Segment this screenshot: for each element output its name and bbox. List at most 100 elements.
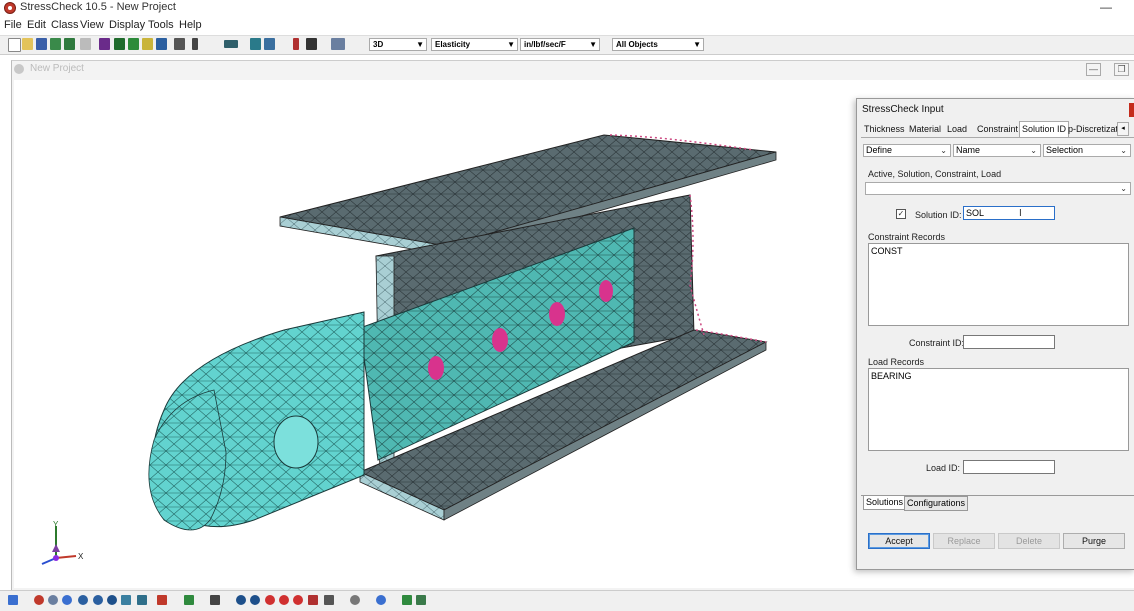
accept-button[interactable]: Accept [868,533,930,549]
dialog-close-button[interactable] [1129,103,1134,117]
report-icon[interactable] [174,38,185,50]
solution-id-input[interactable]: SOL [963,206,1055,220]
tab-thickness[interactable]: Thickness [864,122,905,136]
axis-x-label: X [78,552,84,561]
constraint-icon[interactable] [306,38,317,50]
constraint-id-input[interactable] [963,335,1055,349]
dimension-select[interactable]: 3D ▼ [369,38,427,51]
bolt-hotspot-4 [599,280,613,302]
export-icon[interactable] [64,38,75,50]
zoom-fit-icon[interactable] [62,595,72,605]
settings-icon[interactable] [376,595,386,605]
dialog-tabs: Thickness Material Load Constraint Solut… [861,121,1131,137]
menu-tools[interactable]: Tools [148,19,174,31]
load-records-label: Load Records [868,357,925,367]
tab-constraint[interactable]: Constraint [977,122,1018,136]
redo-icon[interactable] [250,595,260,605]
print-view-icon[interactable] [210,595,220,605]
lug-hole [273,415,319,469]
solution-id-checkbox[interactable]: ✓ [896,209,906,219]
zoom-window-icon[interactable] [107,595,117,605]
replace-button[interactable]: Replace [933,533,995,549]
objects-select[interactable]: All Objects ▼ [612,38,704,51]
purge-button[interactable]: Purge [1063,533,1125,549]
tab-solution-id[interactable]: Solution ID [1019,121,1070,137]
menu-view[interactable]: View [80,19,104,31]
project-window-title: New Project [30,63,84,74]
tab-material[interactable]: Material [909,122,941,136]
p-level-icon[interactable] [293,38,299,50]
tab-panel-border [861,137,1134,138]
tree-icon[interactable] [184,595,194,605]
clear-icon-2[interactable] [279,595,289,605]
tab-solutions[interactable]: Solutions [863,496,907,510]
load-records-list[interactable]: BEARING [868,368,1129,451]
tab-load[interactable]: Load [947,122,967,136]
view-iso-icon[interactable] [137,595,147,605]
active-combo[interactable]: ⌄ [865,182,1131,195]
chart-icon[interactable] [264,38,275,50]
tab-configurations[interactable]: Configurations [904,496,969,511]
refresh-icon[interactable] [416,595,426,605]
new-file-icon[interactable] [8,38,21,52]
load-id-input[interactable] [963,460,1055,474]
tab-scroll-left-icon[interactable]: ◂ [1117,122,1129,136]
solution-id-label: Solution ID: [915,210,962,220]
print-icon[interactable] [80,38,91,50]
active-label: Active, Solution, Constraint, Load [868,169,1002,179]
fe-mesh-model[interactable] [14,80,854,588]
stop-icon[interactable] [308,595,318,605]
units-select[interactable]: in/lbf/sec/F ▼ [520,38,600,51]
menu-help[interactable]: Help [179,19,202,31]
brick-icon[interactable] [224,40,238,48]
window-title: StressCheck 10.5 - New Project [20,1,176,13]
open-folder-icon[interactable] [22,38,33,50]
results-icon[interactable] [142,38,153,50]
title-bar: StressCheck 10.5 - New Project — [0,0,1134,16]
load-id-label: Load ID: [926,463,961,473]
constraint-records-list[interactable]: CONST [868,243,1129,326]
stresscheck-input-dialog: StressCheck Input Thickness Material Loa… [856,98,1134,570]
camera-icon[interactable] [331,38,345,50]
mesh-toggle-icon[interactable] [402,595,412,605]
light-icon[interactable] [350,595,360,605]
mode-combo[interactable]: Define ⌄ [863,144,951,157]
undo-icon[interactable] [236,595,246,605]
axes-icon[interactable] [8,595,18,605]
selection-combo[interactable]: Selection ⌄ [1043,144,1131,157]
pen-icon[interactable] [324,595,334,605]
plot-icon[interactable] [156,38,167,50]
menu-edit[interactable]: Edit [27,19,46,31]
grid-icon[interactable] [128,38,139,50]
menu-file[interactable]: File [4,19,22,31]
import-icon[interactable] [50,38,61,50]
list-item[interactable]: CONST [871,246,1126,256]
project-minimize-button[interactable]: — [1086,63,1101,76]
help-pointer-icon[interactable] [192,38,198,50]
delete-button[interactable]: Delete [998,533,1060,549]
bolt-hotspot-3 [549,302,565,326]
window-minimize-button[interactable]: — [1100,0,1112,14]
target-icon[interactable] [34,595,44,605]
view-front-icon[interactable] [121,595,131,605]
list-item[interactable]: BEARING [871,371,1126,381]
zoom-out-icon[interactable] [93,595,103,605]
menu-display[interactable]: Display [109,19,145,31]
bottom-toolbar [0,590,1134,611]
clear-icon-3[interactable] [293,595,303,605]
clear-icon-1[interactable] [265,595,275,605]
i-beam-icon[interactable] [250,38,261,50]
model-icon[interactable] [99,38,110,50]
project-restore-button[interactable]: ❐ [1114,63,1129,76]
mesh-icon[interactable] [114,38,125,50]
save-icon[interactable] [36,38,47,50]
zoom-in-icon[interactable] [78,595,88,605]
rotate-icon[interactable] [48,595,58,605]
tab-p-discretization[interactable]: p-Discretizatio [1068,122,1120,136]
bc-icon[interactable] [157,595,167,605]
project-window-icon [14,64,24,74]
name-combo[interactable]: Name ⌄ [953,144,1041,157]
menu-class[interactable]: Class [51,19,79,31]
menu-bar: File Edit Class View Display Tools Help [0,18,1134,34]
analysis-select[interactable]: Elasticity ▼ [431,38,518,51]
